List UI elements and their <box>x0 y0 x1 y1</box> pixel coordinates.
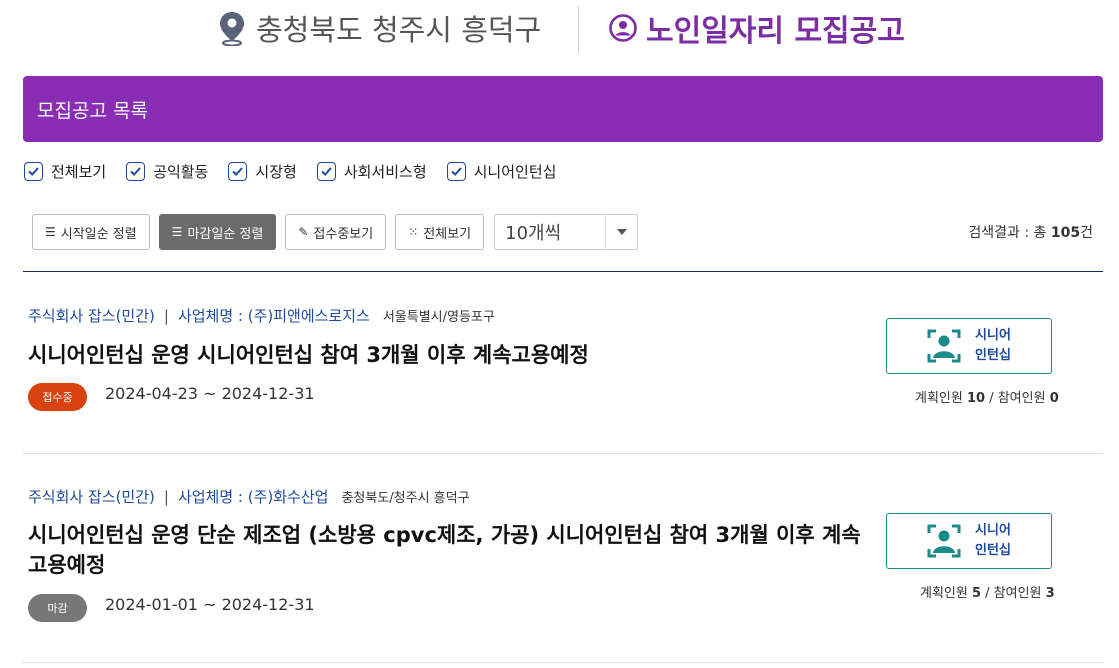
list-top-divider <box>23 271 1103 272</box>
checkmark-icon <box>130 166 141 176</box>
job-type-line2: 인턴십 <box>975 348 1011 363</box>
person-circle-icon <box>609 14 637 42</box>
location-pin-icon <box>220 12 244 46</box>
list-header-bar: 모집공고 목록 <box>23 76 1103 142</box>
job-title[interactable]: 시니어인턴십 운영 시니어인턴십 참여 3개월 이후 계속고용예정 <box>28 340 878 370</box>
filter-label: 공익활동 <box>153 162 209 181</box>
page-title: 노인일자리 모집공고 <box>646 14 905 49</box>
filter-label: 시니어인턴십 <box>473 162 557 181</box>
job-organization[interactable]: 주식회사 잡스(민간) <box>28 305 155 326</box>
page-title-group: 노인일자리 모집공고 <box>608 8 905 49</box>
button-label: 접수중보기 <box>313 226 374 242</box>
card-divider <box>23 453 1103 454</box>
page-size-select[interactable]: 10개씩 <box>494 214 639 250</box>
list-icon: ☰ <box>45 225 56 239</box>
button-label: 시작일순 정렬 <box>60 226 137 242</box>
page-size-value: 10개씩 <box>505 223 562 244</box>
joined-label: / 참여인원 <box>985 391 1050 406</box>
senior-intern-icon <box>927 329 961 363</box>
category-filters: 전체보기 공익활동 시장형 사회서비스형 시니어인턴십 <box>24 158 576 184</box>
checkbox[interactable] <box>446 161 466 181</box>
checkbox[interactable] <box>126 161 146 181</box>
status-badge: 마감 <box>28 594 87 622</box>
header-divider <box>578 6 579 53</box>
job-period: 2024-04-23 ~ 2024-12-31 <box>105 384 315 403</box>
meta-separator: | <box>163 306 169 325</box>
filter-social-service[interactable]: 사회서비스형 <box>316 161 427 182</box>
grid-icon: ⁙ <box>408 225 419 239</box>
view-open-button[interactable]: ✎ 접수중보기 <box>285 214 387 250</box>
job-meta: 주식회사 잡스(민간) | 사업체명 : (주)화수산업 충청북도/청주시 흥덕… <box>28 486 470 507</box>
checkmark-icon <box>232 166 244 176</box>
checkbox[interactable] <box>24 161 43 181</box>
senior-intern-icon <box>927 524 961 558</box>
filter-senior-internship[interactable]: 시니어인턴십 <box>446 161 557 182</box>
filter-label: 시장형 <box>255 162 297 181</box>
planned-count: 5 <box>971 586 982 601</box>
list-icon: ☰ <box>171 225 183 239</box>
result-prefix: 검색결과 : 총 <box>968 225 1051 241</box>
checkmark-icon <box>28 166 39 176</box>
filter-all[interactable]: 전체보기 <box>24 161 106 182</box>
filter-public-activity[interactable]: 공익활동 <box>126 161 208 182</box>
search-result-count: 검색결과 : 총 105건 <box>968 222 1093 242</box>
job-type-badge[interactable]: 시니어 인턴십 <box>886 513 1052 569</box>
checkbox[interactable] <box>228 161 248 181</box>
page-header: 충청북도 청주시 흥덕구 노인일자리 모집공고 <box>0 0 1119 56</box>
planned-label: 계획인원 <box>920 586 972 601</box>
job-meta: 주식회사 잡스(민간) | 사업체명 : (주)피앤에스로지스 서울특별시/영등… <box>28 305 495 326</box>
region-indicator: 충청북도 청주시 흥덕구 <box>216 8 541 48</box>
planned-label: 계획인원 <box>915 391 967 406</box>
joined-count: 3 <box>1045 586 1055 601</box>
joined-count: 0 <box>1049 391 1059 406</box>
sort-by-start-button[interactable]: ☰ 시작일순 정렬 <box>32 214 150 250</box>
job-title[interactable]: 시니어인턴십 운영 단순 제조업 (소방용 cpvc제조, 가공) 시니어인턴십… <box>28 520 878 580</box>
headcount: 계획인원 10 / 참여인원 0 <box>915 387 1059 406</box>
job-type-line1: 시니어 <box>975 523 1011 538</box>
filter-market[interactable]: 시장형 <box>228 161 297 182</box>
status-badge: 접수중 <box>28 383 87 411</box>
meta-separator: | <box>163 487 169 506</box>
card-divider <box>23 662 1103 663</box>
planned-count: 10 <box>966 391 986 406</box>
job-location: 충청북도/청주시 흥덕구 <box>341 491 470 506</box>
view-all-button[interactable]: ⁙ 전체보기 <box>395 214 485 250</box>
job-period: 2024-01-01 ~ 2024-12-31 <box>105 595 315 614</box>
chevron-down-icon[interactable] <box>605 215 637 249</box>
checkmark-icon <box>321 166 332 176</box>
joined-label: / 참여인원 <box>981 586 1046 601</box>
job-company[interactable]: 사업체명 : (주)피앤에스로지스 <box>178 305 370 326</box>
headcount: 계획인원 5 / 참여인원 3 <box>920 582 1055 601</box>
button-label: 마감일순 정렬 <box>187 226 264 242</box>
region-name: 충청북도 청주시 흥덕구 <box>256 13 542 47</box>
job-organization[interactable]: 주식회사 잡스(민간) <box>28 486 155 507</box>
job-type-line2: 인턴십 <box>975 543 1011 558</box>
checkbox[interactable] <box>316 161 336 181</box>
checkmark-icon <box>450 166 462 176</box>
filter-label: 사회서비스형 <box>343 162 427 181</box>
result-total: 105 <box>1050 225 1081 241</box>
job-company[interactable]: 사업체명 : (주)화수산업 <box>178 486 329 507</box>
list-header-title: 모집공고 목록 <box>37 99 148 122</box>
job-type-line1: 시니어 <box>975 328 1011 343</box>
pencil-icon: ✎ <box>298 225 309 239</box>
result-suffix: 건 <box>1080 225 1093 241</box>
button-label: 전체보기 <box>423 226 472 242</box>
job-type-badge[interactable]: 시니어 인턴십 <box>886 318 1052 374</box>
sort-by-deadline-button[interactable]: ☰ 마감일순 정렬 <box>158 214 277 250</box>
job-location: 서울특별시/영등포구 <box>382 310 495 325</box>
list-toolbar: ☰ 시작일순 정렬 ☰ 마감일순 정렬 ✎ 접수중보기 ⁙ 전체보기 10개씩 <box>32 214 639 250</box>
filter-label: 전체보기 <box>51 162 107 181</box>
